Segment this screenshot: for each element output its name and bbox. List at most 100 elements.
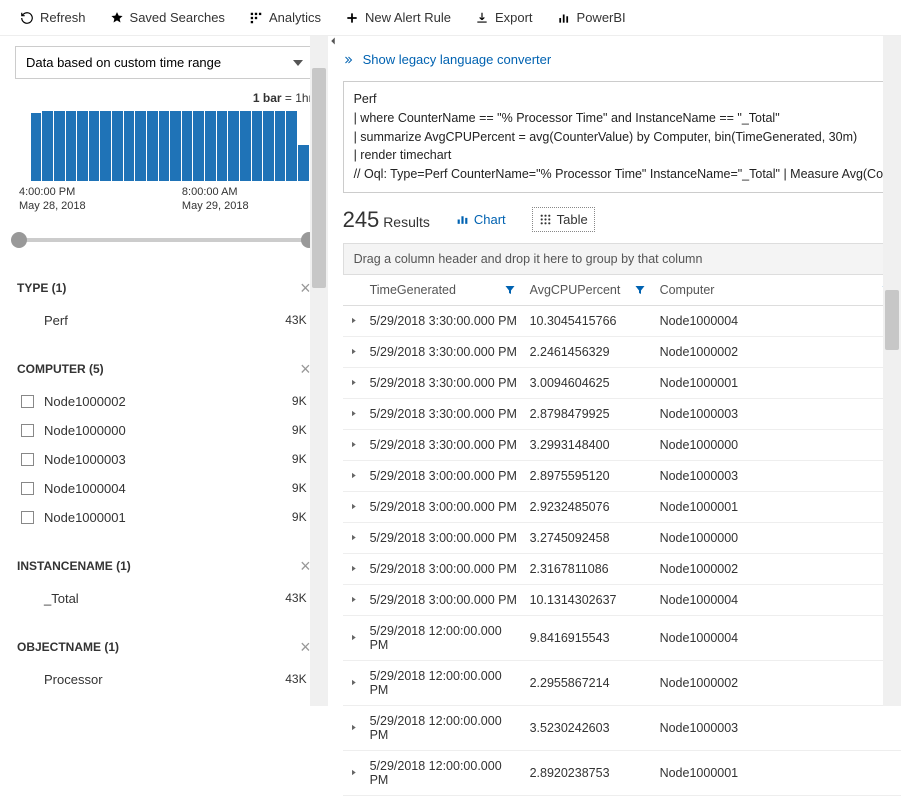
histogram-bar[interactable] [275, 111, 286, 181]
right-scrollbar[interactable] [883, 36, 901, 706]
histogram-bar[interactable] [205, 111, 216, 181]
histogram-bar[interactable] [89, 111, 100, 181]
facet-item[interactable]: Node10000009K [15, 416, 313, 445]
expand-cell[interactable] [343, 336, 364, 367]
checkbox[interactable] [21, 482, 34, 495]
chevron-right-icon [349, 633, 358, 642]
table-row[interactable]: 5/29/2018 3:30:00.000 PM2.2461456329Node… [343, 336, 901, 367]
checkbox[interactable] [21, 395, 34, 408]
facet-item[interactable]: Node10000019K [15, 503, 313, 532]
powerbi-button[interactable]: PowerBI [549, 6, 634, 29]
saved-searches-button[interactable]: Saved Searches [102, 6, 233, 29]
cell-avgcpu: 3.5230242603 [524, 705, 654, 750]
histogram-bar[interactable] [31, 113, 42, 181]
histogram-bar[interactable] [100, 111, 111, 181]
histogram-bar[interactable] [124, 111, 135, 181]
histogram-bar[interactable] [170, 111, 181, 181]
cell-time: 5/29/2018 3:30:00.000 PM [364, 398, 524, 429]
expand-cell[interactable] [343, 660, 364, 705]
histogram-bar[interactable] [240, 111, 251, 181]
table-row[interactable]: 5/29/2018 12:00:00.000 PM9.8416915543Nod… [343, 615, 901, 660]
facet-item[interactable]: Node10000049K [15, 474, 313, 503]
col-computer[interactable]: Computer [654, 275, 901, 306]
slider-handle-left[interactable] [11, 232, 27, 248]
filter-icon[interactable] [634, 284, 646, 296]
time-range-select[interactable]: Data based on custom time range [15, 46, 313, 79]
left-scrollbar[interactable] [310, 36, 328, 706]
table-row[interactable]: 5/29/2018 3:00:00.000 PM2.9232485076Node… [343, 491, 901, 522]
checkbox[interactable] [21, 453, 34, 466]
new-alert-button[interactable]: New Alert Rule [337, 6, 459, 29]
facet-header[interactable]: TYPE (1)× [15, 272, 313, 306]
histogram-bar[interactable] [135, 111, 146, 181]
scrollbar-thumb[interactable] [885, 290, 899, 350]
histogram-bar[interactable] [112, 111, 123, 181]
expand-cell[interactable] [343, 398, 364, 429]
group-by-hint[interactable]: Drag a column header and drop it here to… [343, 243, 901, 275]
checkbox[interactable] [21, 424, 34, 437]
collapse-left-icon[interactable] [326, 34, 340, 48]
expand-cell[interactable] [343, 705, 364, 750]
histogram-bar[interactable] [286, 111, 297, 181]
col-avgcpu[interactable]: AvgCPUPercent [524, 275, 654, 306]
facet-header[interactable]: OBJECTNAME (1)× [15, 631, 313, 665]
expand-cell[interactable] [343, 553, 364, 584]
facet-item[interactable]: _Total43K [15, 584, 313, 613]
expand-cell[interactable] [343, 491, 364, 522]
cell-avgcpu: 2.2461456329 [524, 336, 654, 367]
expand-cell[interactable] [343, 460, 364, 491]
facet-item[interactable]: Processor43K [15, 665, 313, 694]
expand-cell[interactable] [343, 584, 364, 615]
facet-item[interactable]: Perf43K [15, 306, 313, 335]
table-row[interactable]: 5/29/2018 3:30:00.000 PM10.3045415766Nod… [343, 305, 901, 336]
histogram-bar[interactable] [217, 111, 228, 181]
query-line: | summarize AvgCPUPercent = avg(CounterV… [354, 128, 890, 147]
facet-group: OBJECTNAME (1)×Processor43K [15, 631, 313, 694]
table-row[interactable]: 5/29/2018 12:00:00.000 PM3.5230242603Nod… [343, 705, 901, 750]
table-row[interactable]: 5/29/2018 3:00:00.000 PM2.8975595120Node… [343, 460, 901, 491]
scrollbar-thumb[interactable] [312, 68, 326, 288]
histogram-bar[interactable] [182, 111, 193, 181]
histogram-bar[interactable] [147, 111, 158, 181]
legacy-converter-link[interactable]: Show legacy language converter [343, 52, 901, 67]
analytics-button[interactable]: Analytics [241, 6, 329, 29]
table-view-button[interactable]: Table [532, 207, 595, 232]
expand-cell[interactable] [343, 367, 364, 398]
histogram-bar[interactable] [228, 111, 239, 181]
chart-view-button[interactable]: Chart [450, 208, 512, 231]
table-row[interactable]: 5/29/2018 3:00:00.000 PM2.3167811086Node… [343, 553, 901, 584]
facet-header[interactable]: INSTANCENAME (1)× [15, 550, 313, 584]
table-row[interactable]: 5/29/2018 3:00:00.000 PM10.1314302637Nod… [343, 584, 901, 615]
histogram-chart[interactable] [15, 111, 313, 181]
col-timegenerated[interactable]: TimeGenerated [364, 275, 524, 306]
table-row[interactable]: 5/29/2018 12:00:00.000 PM2.2955867214Nod… [343, 660, 901, 705]
expand-cell[interactable] [343, 615, 364, 660]
histogram-bar[interactable] [159, 111, 170, 181]
histogram-bar[interactable] [54, 111, 65, 181]
facet-item[interactable]: Node10000039K [15, 445, 313, 474]
table-row[interactable]: 5/29/2018 12:00:00.000 PM2.8920238753Nod… [343, 750, 901, 795]
histogram-bar[interactable] [298, 145, 309, 181]
table-row[interactable]: 5/29/2018 3:30:00.000 PM3.0094604625Node… [343, 367, 901, 398]
expand-cell[interactable] [343, 750, 364, 795]
histogram-bar[interactable] [252, 111, 263, 181]
query-editor[interactable]: Perf | where CounterName == "% Processor… [343, 81, 901, 193]
histogram-bar[interactable] [77, 111, 88, 181]
histogram-bar[interactable] [42, 111, 53, 181]
checkbox[interactable] [21, 511, 34, 524]
histogram-bar[interactable] [66, 111, 77, 181]
time-slider[interactable] [19, 228, 309, 252]
histogram-bar[interactable] [263, 111, 274, 181]
refresh-button[interactable]: Refresh [12, 6, 94, 29]
table-row[interactable]: 5/29/2018 3:30:00.000 PM3.2993148400Node… [343, 429, 901, 460]
histogram-bar[interactable] [193, 111, 204, 181]
expand-cell[interactable] [343, 429, 364, 460]
export-button[interactable]: Export [467, 6, 541, 29]
expand-cell[interactable] [343, 522, 364, 553]
expand-cell[interactable] [343, 305, 364, 336]
table-row[interactable]: 5/29/2018 3:30:00.000 PM2.8798479925Node… [343, 398, 901, 429]
table-row[interactable]: 5/29/2018 3:00:00.000 PM3.2745092458Node… [343, 522, 901, 553]
filter-icon[interactable] [504, 284, 516, 296]
facet-header[interactable]: COMPUTER (5)× [15, 353, 313, 387]
facet-item[interactable]: Node10000029K [15, 387, 313, 416]
